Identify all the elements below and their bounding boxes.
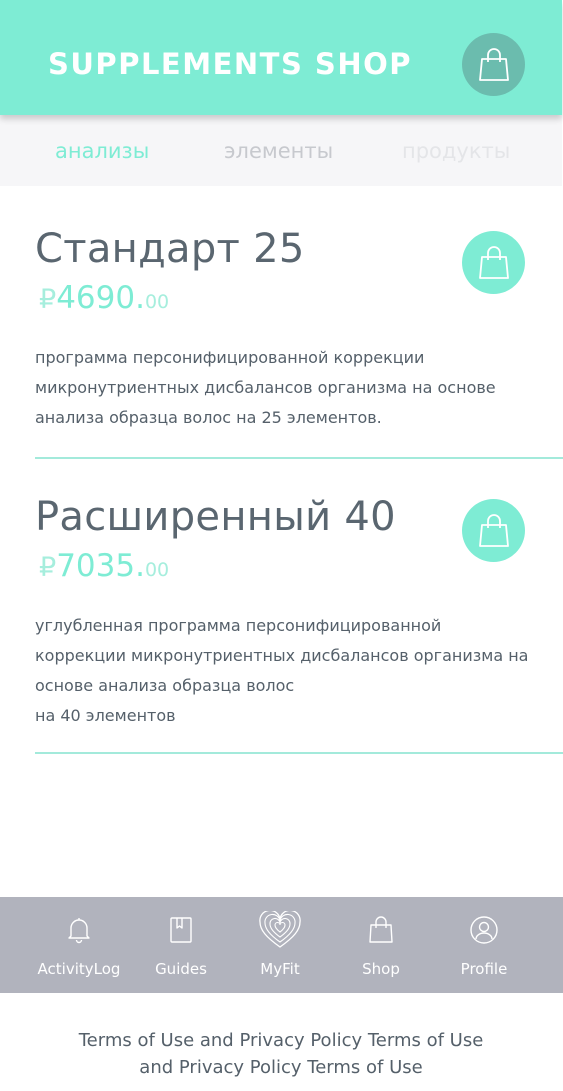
price-currency: ₽ bbox=[39, 284, 57, 315]
description-line: анализа образца волос на 25 элементов. bbox=[35, 408, 382, 427]
price-currency: ₽ bbox=[39, 552, 57, 583]
nav-item-activitylog[interactable]: ActivityLog bbox=[29, 897, 129, 993]
book-icon bbox=[170, 917, 192, 943]
product-card: Стандарт 25 ₽4690.00 программа персонифи… bbox=[35, 226, 563, 459]
add-to-cart-button[interactable] bbox=[462, 231, 525, 294]
nav-label: MyFit bbox=[260, 960, 300, 978]
divider bbox=[35, 457, 563, 459]
price-dot: . bbox=[135, 548, 145, 584]
description-line: программа персонифицированной коррекции bbox=[35, 348, 425, 367]
description-line: микронутриентных дисбалансов организма н… bbox=[35, 378, 496, 397]
nav-label: Guides bbox=[155, 960, 207, 978]
tab-analyses[interactable]: анализы bbox=[55, 139, 149, 163]
price-dot: . bbox=[135, 280, 145, 316]
nav-item-profile[interactable]: Profile bbox=[434, 897, 534, 993]
nav-label: ActivityLog bbox=[37, 960, 121, 978]
price-cents: 00 bbox=[144, 559, 170, 581]
user-circle-icon bbox=[470, 916, 498, 944]
nav-item-guides[interactable]: Guides bbox=[131, 897, 231, 993]
product-name: Стандарт 25 bbox=[35, 226, 305, 272]
tab-products[interactable]: продукты bbox=[402, 139, 510, 163]
description-line: коррекции микронутриентных дисбалансов о… bbox=[35, 646, 529, 665]
footer-terms-link[interactable]: Terms of Use and Privacy Policy Terms of… bbox=[60, 1027, 502, 1081]
product-price: ₽7035.00 bbox=[39, 548, 169, 584]
description-line: углубленная программа персонифицированно… bbox=[35, 616, 442, 635]
price-amount: 4690 bbox=[56, 280, 136, 316]
shopping-bag-icon bbox=[478, 47, 509, 81]
price-cents: 00 bbox=[144, 291, 170, 313]
nav-item-shop[interactable]: Shop bbox=[331, 897, 431, 993]
app-header: SUPPLEMENTS SHOP bbox=[0, 0, 562, 115]
tab-elements[interactable]: элементы bbox=[224, 139, 333, 163]
description-line: основе анализа образца волос bbox=[35, 676, 295, 695]
price-amount: 7035 bbox=[56, 548, 136, 584]
product-price: ₽4690.00 bbox=[39, 280, 169, 316]
fingerprint-heart-icon bbox=[259, 911, 301, 948]
category-tabs: анализы элементы продукты bbox=[0, 115, 562, 186]
product-card: Расширенный 40 ₽7035.00 углубленная прог… bbox=[35, 494, 563, 754]
product-description: программа персонифицированной коррекции … bbox=[35, 343, 505, 433]
product-name: Расширенный 40 bbox=[35, 494, 396, 540]
bell-icon bbox=[68, 918, 90, 944]
description-line: на 40 элементов bbox=[35, 706, 176, 725]
shopping-bag-icon bbox=[478, 513, 509, 547]
product-description: углубленная программа персонифицированно… bbox=[35, 611, 529, 731]
shopping-bag-icon bbox=[369, 916, 393, 943]
shopping-bag-icon bbox=[478, 245, 509, 279]
page-title: SUPPLEMENTS SHOP bbox=[48, 47, 412, 81]
nav-item-myfit[interactable]: MyFit bbox=[230, 897, 330, 993]
nav-label: Shop bbox=[362, 960, 400, 978]
add-to-cart-button[interactable] bbox=[462, 499, 525, 562]
bottom-nav: ActivityLog Guides MyFit Shop Profile bbox=[0, 897, 563, 993]
cart-button[interactable] bbox=[462, 33, 525, 96]
nav-label: Profile bbox=[460, 960, 508, 978]
divider bbox=[35, 752, 563, 754]
